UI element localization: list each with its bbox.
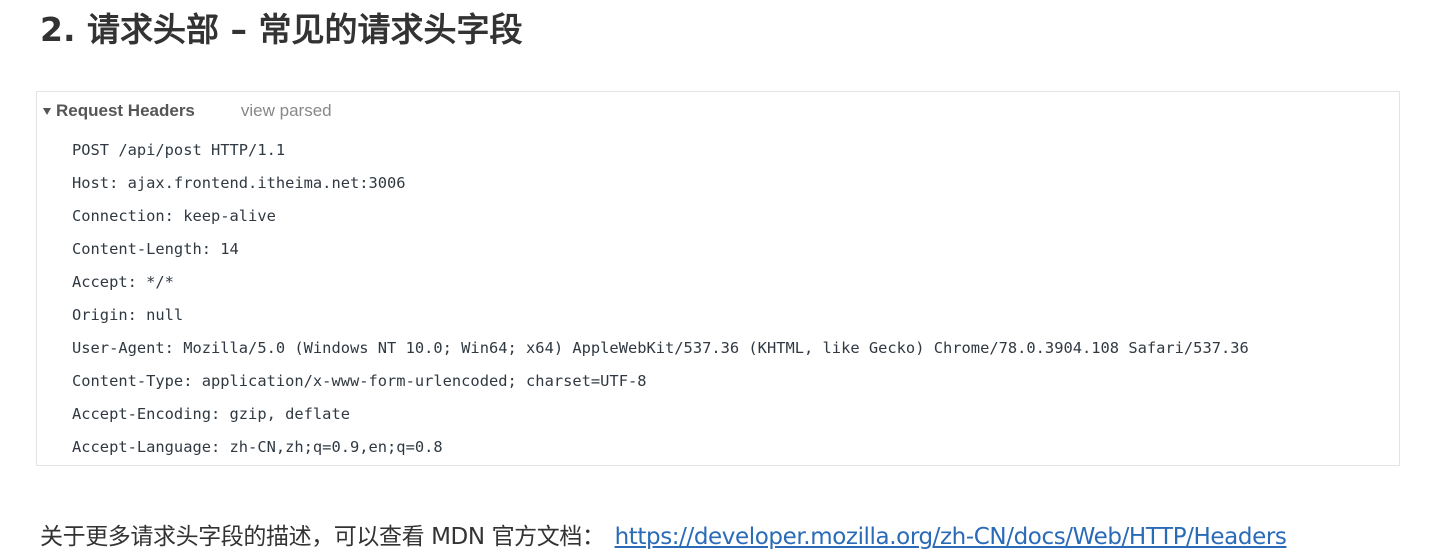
mdn-headers-doc-link[interactable]: https://developer.mozilla.org/zh-CN/docs… [615,524,1287,550]
header-line: Accept-Language: zh-CN,zh;q=0.9,en;q=0.8 [72,438,443,456]
header-lines-list: POST /api/post HTTP/1.1 Host: ajax.front… [72,139,1249,469]
footer-paragraph: 关于更多请求头字段的描述，可以查看 MDN 官方文档： https://devel… [40,520,1287,554]
page-title: 2. 请求头部 – 常见的请求头字段 [40,10,523,49]
collapse-triangle-icon[interactable] [43,108,51,115]
request-headers-panel: Request Headers view parsed POST /api/po… [36,91,1400,466]
header-line: Connection: keep-alive [72,207,276,225]
header-line: Content-Length: 14 [72,240,239,258]
footer-description: 关于更多请求头字段的描述，可以查看 MDN 官方文档： [40,524,605,550]
header-line: Accept-Encoding: gzip, deflate [72,405,350,423]
header-line: Accept: */* [72,273,174,291]
view-parsed-link[interactable]: view parsed [241,101,332,121]
request-headers-toggle[interactable]: Request Headers view parsed [43,100,332,122]
header-line: Host: ajax.frontend.itheima.net:3006 [72,174,406,192]
header-line: User-Agent: Mozilla/5.0 (Windows NT 10.0… [72,339,1249,357]
request-headers-title[interactable]: Request Headers [56,101,195,121]
header-line: Origin: null [72,306,184,324]
header-line: Content-Type: application/x-www-form-url… [72,372,647,390]
header-line: POST /api/post HTTP/1.1 [72,141,286,159]
